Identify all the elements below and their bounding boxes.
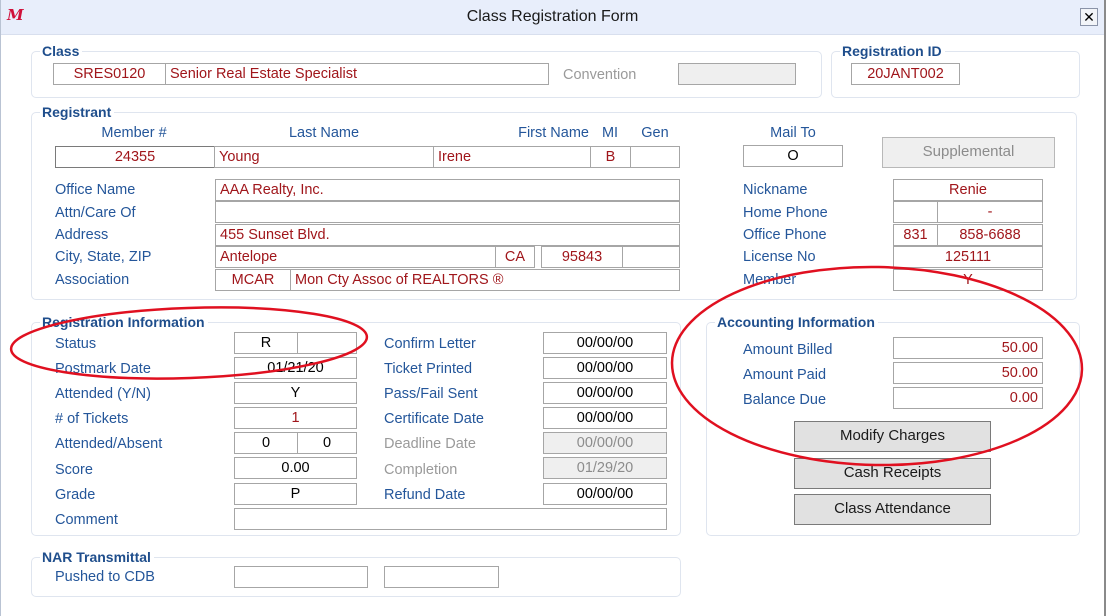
supplemental-button[interactable]: Supplemental <box>882 137 1055 168</box>
confirm-letter-label: Confirm Letter <box>384 336 476 352</box>
grade-label: Grade <box>55 487 96 503</box>
home-phone-area-field[interactable] <box>893 201 938 223</box>
refund-date-label: Refund Date <box>384 487 466 503</box>
amount-billed-field[interactable]: 50.00 <box>893 337 1043 359</box>
mi-field[interactable]: B <box>590 146 631 168</box>
close-button[interactable]: ✕ <box>1080 8 1098 26</box>
absent-count-field[interactable]: 0 <box>297 432 357 454</box>
zip-ext-field[interactable] <box>622 246 680 268</box>
mail-to-field[interactable]: O <box>743 145 843 167</box>
class-attendance-button[interactable]: Class Attendance <box>794 494 991 525</box>
ticket-printed-label: Ticket Printed <box>384 361 473 377</box>
home-phone-field[interactable]: - <box>937 201 1043 223</box>
home-phone-label: Home Phone <box>743 205 828 221</box>
pass-fail-sent-label: Pass/Fail Sent <box>384 386 478 402</box>
pass-fail-sent-field[interactable]: 00/00/00 <box>543 382 667 404</box>
state-field[interactable]: CA <box>495 246 535 268</box>
city-field[interactable]: Antelope <box>215 246 496 268</box>
status-label: Status <box>55 336 97 352</box>
registration-id-legend: Registration ID <box>840 43 945 59</box>
balance-due-label: Balance Due <box>743 392 827 408</box>
office-phone-label: Office Phone <box>743 227 827 243</box>
confirm-letter-field[interactable]: 00/00/00 <box>543 332 667 354</box>
deadline-date-field: 00/00/00 <box>543 432 667 454</box>
city-state-zip-label: City, State, ZIP <box>55 249 152 265</box>
member-no-header: Member # <box>101 125 167 141</box>
window-title: Class Registration Form <box>466 8 639 25</box>
score-label: Score <box>55 462 93 478</box>
score-field[interactable]: 0.00 <box>234 457 357 479</box>
convention-field <box>678 63 796 85</box>
member-field[interactable]: Y <box>893 269 1043 291</box>
association-code-field[interactable]: MCAR <box>215 269 291 291</box>
member-label: Member <box>743 272 797 288</box>
mi-header: MI <box>601 125 619 141</box>
registration-id-field[interactable]: 20JANT002 <box>851 63 960 85</box>
mail-to-header: Mail To <box>770 125 816 141</box>
office-name-label: Office Name <box>55 182 136 198</box>
title-bar: M Class Registration Form ✕ <box>1 0 1104 35</box>
last-name-field[interactable]: Young <box>214 146 434 168</box>
nickname-field[interactable]: Renie <box>893 179 1043 201</box>
cash-receipts-button[interactable]: Cash Receipts <box>794 458 991 489</box>
nar-transmittal-legend: NAR Transmittal <box>40 549 154 565</box>
attn-field[interactable] <box>215 201 680 223</box>
ticket-printed-field[interactable]: 00/00/00 <box>543 357 667 379</box>
nickname-label: Nickname <box>743 182 808 198</box>
amount-paid-field[interactable]: 50.00 <box>893 362 1043 384</box>
first-name-field[interactable]: Irene <box>433 146 591 168</box>
grade-field[interactable]: P <box>234 483 357 505</box>
certificate-date-label: Certificate Date <box>384 411 484 427</box>
status-2-field[interactable] <box>297 332 357 354</box>
last-name-header: Last Name <box>288 125 360 141</box>
balance-due-field: 0.00 <box>893 387 1043 409</box>
attn-label: Attn/Care Of <box>55 205 136 221</box>
member-no-field[interactable]: 24355 <box>55 146 215 168</box>
certificate-date-field[interactable]: 00/00/00 <box>543 407 667 429</box>
status-field[interactable]: R <box>234 332 298 354</box>
close-icon: ✕ <box>1083 9 1095 25</box>
class-legend: Class <box>40 43 83 59</box>
modify-charges-button[interactable]: Modify Charges <box>794 421 991 452</box>
deadline-date-label: Deadline Date <box>384 436 476 452</box>
refund-date-field[interactable]: 00/00/00 <box>543 483 667 505</box>
address-field[interactable]: 455 Sunset Blvd. <box>215 224 680 246</box>
attended-count-field[interactable]: 0 <box>234 432 298 454</box>
gen-field[interactable] <box>630 146 680 168</box>
amount-paid-label: Amount Paid <box>743 367 827 383</box>
completion-field: 01/29/20 <box>543 457 667 479</box>
address-label: Address <box>55 227 109 243</box>
association-name-field[interactable]: Mon Cty Assoc of REALTORS ® <box>290 269 680 291</box>
pushed-to-cdb-label: Pushed to CDB <box>55 569 155 585</box>
license-no-label: License No <box>743 249 816 265</box>
first-name-header: First Name <box>518 125 589 141</box>
postmark-date-field[interactable]: 01/21/20 <box>234 357 357 379</box>
pushed-to-cdb-field-2[interactable] <box>384 566 499 588</box>
comment-field[interactable] <box>234 508 667 530</box>
tickets-label: # of Tickets <box>55 411 129 427</box>
tickets-field[interactable]: 1 <box>234 407 357 429</box>
amount-billed-label: Amount Billed <box>743 342 833 358</box>
attended-label: Attended (Y/N) <box>55 386 151 402</box>
completion-label: Completion <box>384 462 458 478</box>
class-code-field[interactable]: SRES0120 <box>53 63 166 85</box>
license-no-field[interactable]: 125111 <box>893 246 1043 268</box>
attended-field[interactable]: Y <box>234 382 357 404</box>
office-phone-field[interactable]: 858-6688 <box>937 224 1043 246</box>
pushed-to-cdb-field-1[interactable] <box>234 566 368 588</box>
gen-header: Gen <box>641 125 669 141</box>
association-label: Association <box>55 272 130 288</box>
accounting-legend: Accounting Information <box>715 314 878 330</box>
registration-info-legend: Registration Information <box>40 314 208 330</box>
comment-label: Comment <box>55 512 118 528</box>
class-name-field[interactable]: Senior Real Estate Specialist <box>165 63 549 85</box>
zip-field[interactable]: 95843 <box>541 246 623 268</box>
convention-label: Convention <box>563 67 637 83</box>
office-name-field[interactable]: AAA Realty, Inc. <box>215 179 680 201</box>
office-phone-area-field[interactable]: 831 <box>893 224 938 246</box>
class-registration-window: M Class Registration Form ✕ Class SRES01… <box>0 0 1106 616</box>
attended-absent-label: Attended/Absent <box>55 436 163 452</box>
postmark-date-label: Postmark Date <box>55 361 151 377</box>
registrant-legend: Registrant <box>40 104 115 120</box>
